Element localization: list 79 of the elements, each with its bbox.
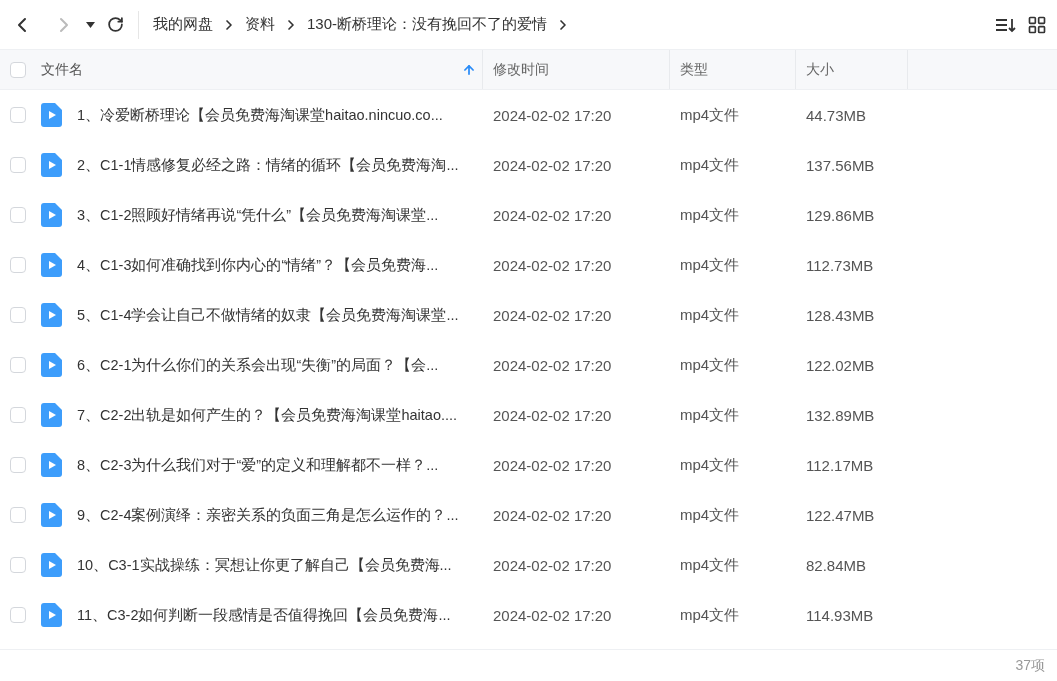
video-file-icon xyxy=(41,153,62,177)
video-file-icon xyxy=(41,103,62,127)
file-size: 112.73MB xyxy=(805,256,875,274)
file-name[interactable]: 11、C3-2如何判断一段感情是否值得挽回【会员免费海... xyxy=(77,605,451,625)
modified-time: 2024-02-02 17:20 xyxy=(492,356,613,374)
video-file-icon xyxy=(41,353,62,377)
row-checkbox[interactable] xyxy=(10,307,26,323)
row-checkbox[interactable] xyxy=(10,207,26,223)
file-name[interactable]: 4、C1-3如何准确找到你内心的“情绪”？【会员免费海... xyxy=(77,255,439,275)
file-name[interactable]: 6、C2-1为什么你们的关系会出现“失衡”的局面？【会... xyxy=(77,355,439,375)
video-file-icon xyxy=(41,203,62,227)
row-checkbox[interactable] xyxy=(10,357,26,373)
column-header[interactable]: 大小 xyxy=(806,60,907,79)
file-type: mp4文件 xyxy=(679,355,741,375)
video-file-icon xyxy=(41,303,62,327)
file-size: 112.17MB xyxy=(805,456,875,474)
file-size: 82.84MB xyxy=(805,556,868,574)
file-size: 122.47MB xyxy=(805,506,876,524)
video-file-icon xyxy=(41,453,62,477)
row-checkbox[interactable] xyxy=(10,257,26,273)
file-type: mp4文件 xyxy=(679,505,741,525)
modified-time: 2024-02-02 17:20 xyxy=(492,456,613,474)
file-type: mp4文件 xyxy=(679,305,741,325)
row-checkbox[interactable] xyxy=(10,607,26,623)
file-type: mp4文件 xyxy=(679,255,741,275)
file-name[interactable]: 8、C2-3为什么我们对于“爱”的定义和理解都不一样？... xyxy=(77,455,439,475)
row-checkbox[interactable] xyxy=(10,557,26,573)
modified-time: 2024-02-02 17:20 xyxy=(492,406,613,424)
file-name[interactable]: 7、C2-2出轨是如何产生的？【会员免费海淘课堂haitao.... xyxy=(77,405,458,425)
row-checkbox[interactable] xyxy=(10,157,26,173)
file-name[interactable]: 5、C1-4学会让自己不做情绪的奴隶【会员免费海淘课堂... xyxy=(77,305,459,325)
select-all-checkbox[interactable] xyxy=(10,61,26,78)
video-file-icon xyxy=(41,603,62,627)
file-type: mp4文件 xyxy=(679,205,741,225)
file-size: 132.89MB xyxy=(805,406,876,424)
modified-time: 2024-02-02 17:20 xyxy=(492,106,613,124)
refresh-button[interactable] xyxy=(107,16,124,33)
modified-time: 2024-02-02 17:20 xyxy=(492,256,613,274)
row-checkbox[interactable] xyxy=(10,107,26,123)
file-type: mp4文件 xyxy=(679,555,741,575)
breadcrumb-link[interactable]: 资料 xyxy=(245,15,275,34)
grid-view-button[interactable] xyxy=(1027,14,1047,35)
file-type: mp4文件 xyxy=(679,405,741,425)
sort-ascending-icon xyxy=(462,62,476,77)
file-name[interactable]: 3、C1-2照顾好情绪再说“凭什么”【会员免费海淘课堂... xyxy=(77,205,439,225)
file-type: mp4文件 xyxy=(679,155,741,175)
item-count: 37项 xyxy=(1015,656,1045,675)
file-size: 128.43MB xyxy=(805,306,876,324)
file-size: 129.86MB xyxy=(805,206,876,224)
file-name[interactable]: 1、冷爱断桥理论【会员免费海淘课堂haitao.nincuo.co... xyxy=(77,105,443,125)
modified-time: 2024-02-02 17:20 xyxy=(492,306,613,324)
column-header[interactable]: 类型 xyxy=(680,60,795,79)
file-name[interactable]: 9、C2-4案例演绎：亲密关系的负面三角是怎么运作的？... xyxy=(77,505,459,525)
file-size: 122.02MB xyxy=(805,356,876,374)
modified-time: 2024-02-02 17:20 xyxy=(492,206,613,224)
video-file-icon xyxy=(41,253,62,277)
file-type: mp4文件 xyxy=(679,105,741,125)
file-name[interactable]: 2、C1-1情感修复必经之路：情绪的循环【会员免费海淘... xyxy=(77,155,459,175)
row-checkbox[interactable] xyxy=(10,407,26,423)
video-file-icon xyxy=(41,503,62,527)
row-checkbox[interactable] xyxy=(10,507,26,523)
modified-time: 2024-02-02 17:20 xyxy=(492,156,613,174)
column-header[interactable]: 修改时间 xyxy=(493,60,669,79)
file-size: 137.56MB xyxy=(805,156,876,174)
video-file-icon xyxy=(41,403,62,427)
file-size: 44.73MB xyxy=(805,106,868,124)
breadcrumb-link[interactable]: 130-断桥理论：没有挽回不了的爱情 xyxy=(307,15,548,34)
file-type: mp4文件 xyxy=(679,455,741,475)
file-size: 114.93MB xyxy=(805,606,875,624)
breadcrumb-link[interactable]: 我的网盘 xyxy=(153,15,213,34)
row-checkbox[interactable] xyxy=(10,457,26,473)
column-header[interactable]: 文件名 xyxy=(41,60,476,79)
modified-time: 2024-02-02 17:20 xyxy=(492,506,613,524)
caret-icon[interactable] xyxy=(86,21,95,28)
modified-time: 2024-02-02 17:20 xyxy=(492,606,613,624)
video-file-icon xyxy=(41,553,62,577)
file-type: mp4文件 xyxy=(679,605,741,625)
file-name[interactable]: 10、C3-1实战操练：冥想让你更了解自己【会员免费海... xyxy=(77,555,452,575)
modified-time: 2024-02-02 17:20 xyxy=(492,556,613,574)
